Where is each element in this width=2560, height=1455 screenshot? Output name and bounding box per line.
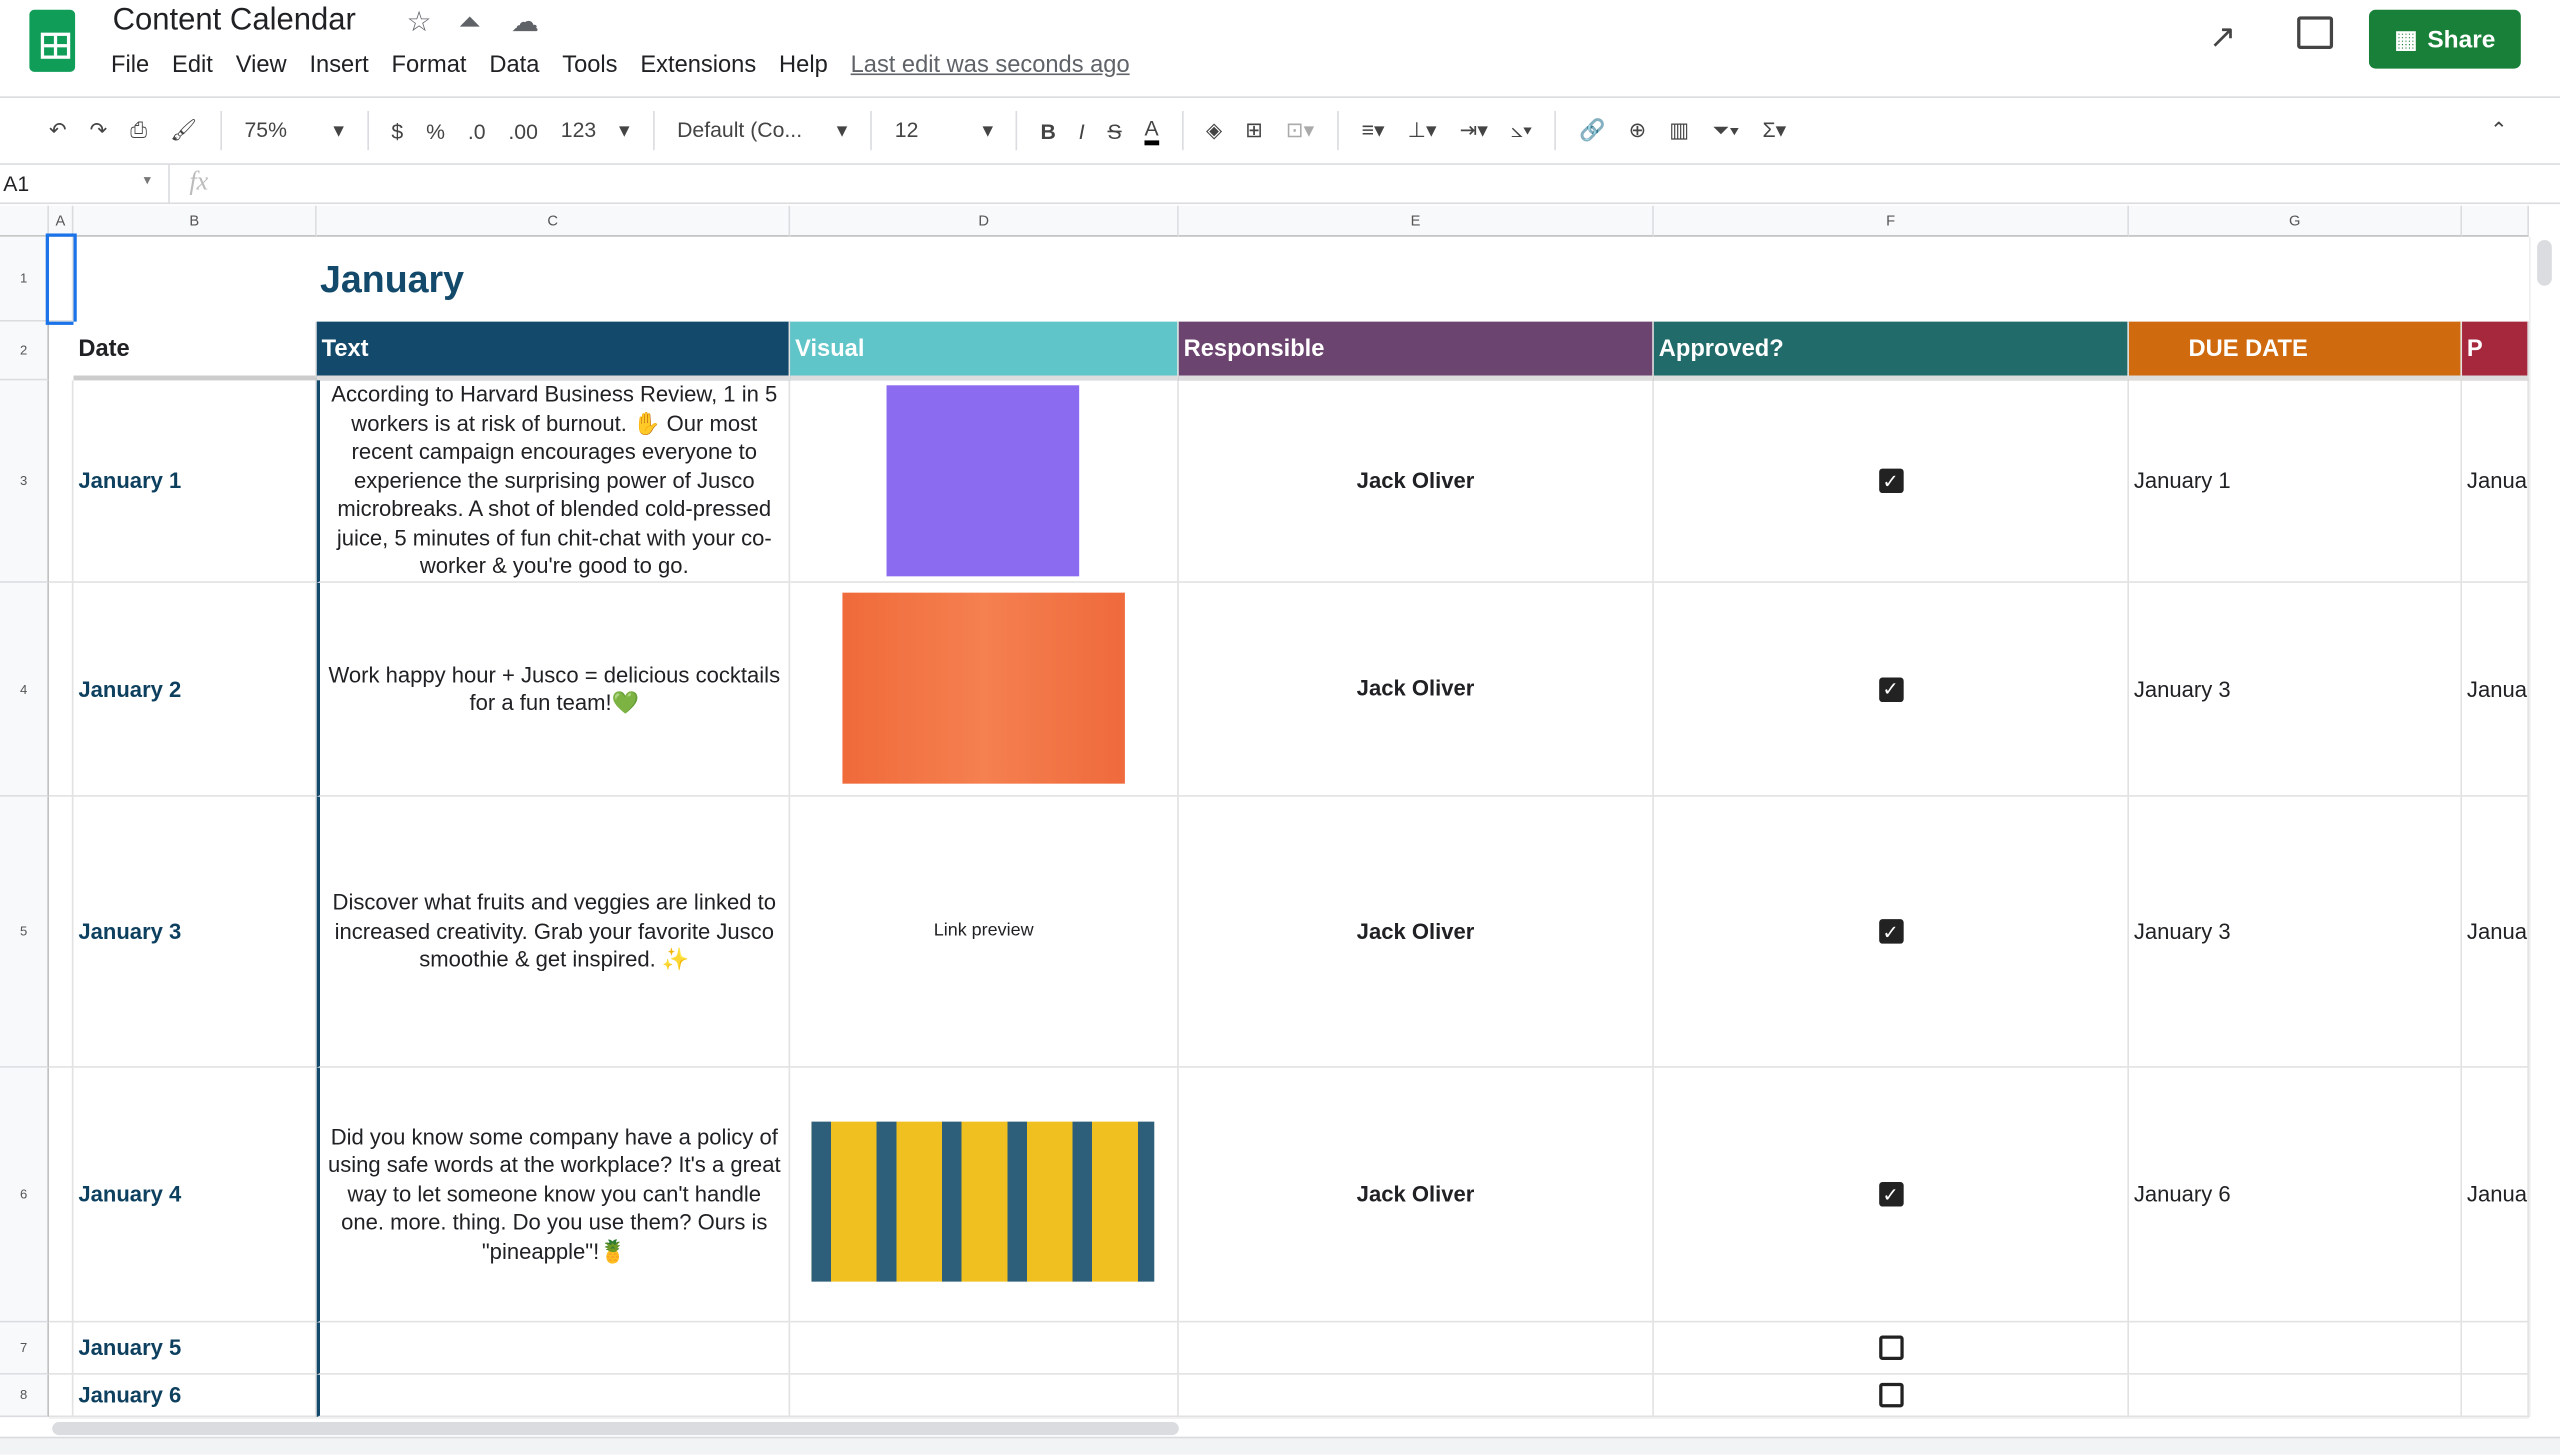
due-date-cell[interactable]: January 1 <box>2128 380 2463 583</box>
approved-checkbox[interactable]: ✓ <box>1878 468 1903 494</box>
cell-a[interactable] <box>48 1374 74 1418</box>
row-header-4[interactable]: 4 <box>0 582 49 797</box>
text-cell[interactable]: Did you know some company have a policy … <box>316 1067 791 1323</box>
horizontal-scrollbar[interactable] <box>48 1417 2529 1437</box>
approved-cell[interactable]: ✓ <box>1653 1067 2129 1323</box>
responsible-cell[interactable] <box>1178 1374 1654 1418</box>
due-date-cell[interactable] <box>2128 1322 2463 1375</box>
column-header-d[interactable]: D <box>790 205 1179 237</box>
column-header-h[interactable] <box>2462 205 2529 237</box>
next-column-cell[interactable]: Januar <box>2462 380 2529 583</box>
visual-cell[interactable]: Link preview <box>790 796 1179 1068</box>
row-header-1[interactable]: 1 <box>0 236 49 322</box>
next-column-cell[interactable]: Januar <box>2462 1067 2529 1323</box>
header-visual[interactable]: Visual <box>790 321 1179 381</box>
due-date-cell[interactable] <box>2128 1374 2463 1418</box>
column-header-e[interactable]: E <box>1178 205 1654 237</box>
approved-checkbox[interactable] <box>1878 1382 1903 1408</box>
row-header-5[interactable]: 5 <box>0 796 49 1068</box>
visual-cell[interactable] <box>790 1374 1179 1418</box>
cell-a1[interactable] <box>45 233 77 325</box>
approved-cell[interactable]: ✓ <box>1653 380 2129 583</box>
date-cell[interactable]: January 4 <box>73 1067 317 1323</box>
responsible-cell[interactable]: Jack Oliver <box>1178 796 1654 1068</box>
cell-a[interactable] <box>48 1067 74 1323</box>
responsible-cell[interactable]: Jack Oliver <box>1178 582 1654 797</box>
column-header-a[interactable]: A <box>48 205 74 237</box>
approved-checkbox[interactable]: ✓ <box>1878 676 1903 702</box>
text-cell[interactable]: Work happy hour + Jusco = delicious cock… <box>316 582 791 797</box>
date-cell[interactable]: January 1 <box>73 380 317 583</box>
approved-cell[interactable]: ✓ <box>1653 796 2129 1068</box>
spreadsheet-grid: A B C D E F G 1 2 3 4 5 6 7 8 January Date Text Visual Resp… <box>0 0 2560 1455</box>
column-header-g[interactable]: G <box>2128 205 2463 237</box>
due-date-cell[interactable]: January 6 <box>2128 1067 2463 1323</box>
approved-checkbox[interactable] <box>1878 1335 1903 1360</box>
next-column-cell[interactable]: Januar <box>2462 582 2529 797</box>
next-column-cell[interactable] <box>2462 1374 2529 1418</box>
horizontal-scroll-thumb[interactable] <box>52 1422 1179 1436</box>
text-cell[interactable] <box>316 1374 791 1418</box>
header-text[interactable]: Text <box>316 321 791 381</box>
due-date-cell[interactable]: January 3 <box>2128 796 2463 1068</box>
responsible-cell[interactable]: Jack Oliver <box>1178 380 1654 583</box>
approved-cell[interactable]: ✓ <box>1653 582 2129 797</box>
date-cell[interactable]: January 3 <box>73 796 317 1068</box>
visual-image-pineapples[interactable] <box>811 1121 1155 1282</box>
cell-a[interactable] <box>48 380 74 583</box>
month-title: January <box>319 257 465 300</box>
visual-image-straws[interactable] <box>886 385 1080 577</box>
header-approved[interactable]: Approved? <box>1653 321 2129 381</box>
sheet-tabs-bar <box>0 1436 2560 1455</box>
vertical-scrollbar[interactable] <box>2528 236 2560 1418</box>
header-p[interactable]: P <box>2462 321 2529 381</box>
cell-a[interactable] <box>48 796 74 1068</box>
text-cell[interactable]: According to Harvard Business Review, 1 … <box>316 380 791 583</box>
row-header-7[interactable]: 7 <box>0 1322 49 1375</box>
row-header-3[interactable]: 3 <box>0 380 49 583</box>
visual-cell[interactable] <box>790 1322 1179 1375</box>
cell-a[interactable] <box>48 1322 74 1375</box>
approved-checkbox[interactable]: ✓ <box>1878 1182 1903 1207</box>
date-cell[interactable]: January 5 <box>73 1322 317 1375</box>
header-due-date[interactable]: DUE DATE <box>2128 321 2463 381</box>
column-header-b[interactable]: B <box>73 205 317 237</box>
row-header-8[interactable]: 8 <box>0 1374 49 1418</box>
date-cell[interactable]: January 2 <box>73 582 317 797</box>
due-date-cell[interactable]: January 3 <box>2128 582 2463 797</box>
date-cell[interactable]: January 6 <box>73 1374 317 1418</box>
row-header-2[interactable]: 2 <box>0 321 49 381</box>
select-all-corner[interactable] <box>0 205 49 237</box>
column-header-f[interactable]: F <box>1653 205 2129 237</box>
cell-a[interactable] <box>48 582 74 797</box>
visual-image-juice-bottles[interactable] <box>842 592 1125 784</box>
approved-cell[interactable] <box>1653 1322 2129 1375</box>
responsible-cell[interactable] <box>1178 1322 1654 1375</box>
next-column-cell[interactable] <box>2462 1322 2529 1375</box>
row-header-6[interactable]: 6 <box>0 1067 49 1323</box>
text-cell[interactable]: Discover what fruits and veggies are lin… <box>316 796 791 1068</box>
vertical-scroll-thumb[interactable] <box>2537 239 2552 286</box>
approved-cell[interactable] <box>1653 1374 2129 1418</box>
next-column-cell[interactable]: Januar <box>2462 796 2529 1068</box>
approved-checkbox[interactable]: ✓ <box>1878 919 1903 944</box>
header-date[interactable]: Date <box>73 321 317 381</box>
responsible-cell[interactable]: Jack Oliver <box>1178 1067 1654 1323</box>
column-header-c[interactable]: C <box>316 205 791 237</box>
header-responsible[interactable]: Responsible <box>1178 321 1654 381</box>
text-cell[interactable] <box>316 1322 791 1375</box>
